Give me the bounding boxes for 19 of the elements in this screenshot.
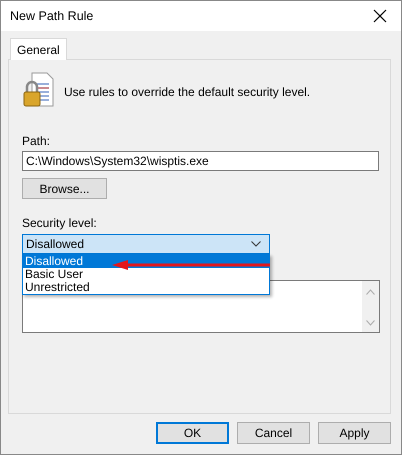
dropdown-option[interactable]: Basic User	[23, 268, 269, 281]
chevron-down-icon	[251, 241, 261, 247]
browse-button[interactable]: Browse...	[22, 178, 107, 199]
intro-text: Use rules to override the default security level.	[64, 84, 310, 99]
path-label: Path:	[22, 134, 52, 148]
locked-document-icon	[22, 72, 54, 108]
dropdown-option[interactable]: Unrestricted	[23, 281, 269, 294]
window-title: New Path Rule	[10, 9, 94, 23]
security-level-label: Security level:	[22, 216, 98, 230]
close-icon[interactable]	[373, 9, 387, 23]
dialog-button[interactable]: Apply	[318, 422, 391, 444]
scroll-up-icon[interactable]	[366, 289, 375, 295]
path-field[interactable]: C:\Windows\System32\wisptis.exe	[22, 151, 379, 171]
scrollbar[interactable]	[362, 281, 379, 332]
tab[interactable]: General	[10, 38, 67, 60]
dialog-button[interactable]: Cancel	[237, 422, 310, 444]
scroll-down-icon[interactable]	[366, 320, 375, 326]
dialog-button[interactable]: OK	[156, 422, 229, 444]
security-level-dropdown[interactable]: Disallowed	[22, 234, 270, 254]
